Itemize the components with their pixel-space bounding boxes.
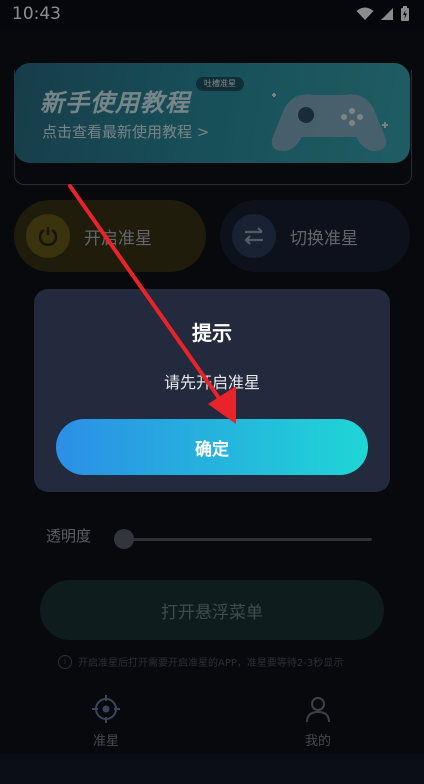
dialog-title: 提示 bbox=[192, 321, 232, 345]
prompt-dialog: 提示 请先开启准星 确定 bbox=[34, 289, 390, 492]
confirm-button[interactable]: 确定 bbox=[56, 419, 368, 475]
dialog-message: 请先开启准星 bbox=[163, 373, 260, 392]
